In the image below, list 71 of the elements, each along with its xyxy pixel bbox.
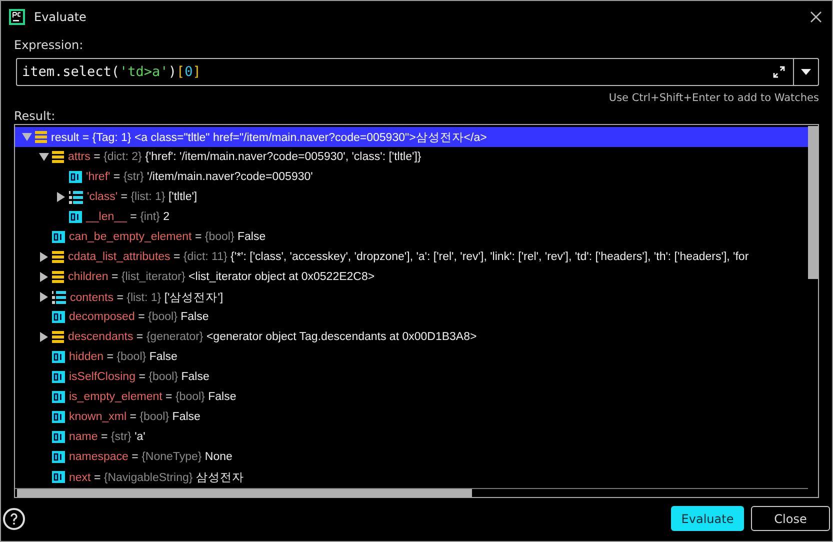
tree-row[interactable]: name = {str} 'a' — [15, 427, 808, 447]
variable-entry: known_xml = {bool} False — [69, 411, 200, 423]
value-icon — [52, 431, 65, 443]
tree-row[interactable]: 'class' = {list: 1} ['tltle'] — [15, 187, 808, 207]
value-icon — [52, 231, 65, 243]
variable-entry: contents = {list: 1} ['삼성전자'] — [70, 290, 224, 304]
close-icon[interactable] — [810, 10, 822, 22]
tree-row[interactable]: descendants = {generator} <generator object Tag.descendants at 0x00D1B3A8> — [15, 327, 808, 347]
variable-entry: descendants = {generator} <generator object Tag.descendants at 0x00D1B3A8> — [68, 331, 477, 343]
list-icon — [52, 271, 64, 283]
list-icon — [35, 131, 47, 143]
variable-entry: decomposed = {bool} False — [69, 311, 209, 323]
close-button[interactable]: Close — [751, 506, 830, 531]
variable-entry: hidden = {bool} False — [69, 351, 178, 363]
horizontal-scrollbar[interactable] — [17, 489, 472, 497]
watches-hint: Use Ctrl+Shift+Enter to add to Watches — [608, 92, 819, 104]
expand-arrow-icon[interactable] — [56, 192, 66, 202]
list-icon — [52, 251, 64, 263]
tree-row[interactable]: result = {Tag: 1} <a class="tltle" href="/item/main.naver?code=005930">삼성전자</a> — [15, 127, 808, 147]
variable-entry: __len__ = {int} 2 — [86, 211, 170, 223]
tree-row[interactable]: isSelfClosing = {bool} False — [15, 367, 808, 387]
tree-row[interactable]: is_empty_element = {bool} False — [15, 387, 808, 407]
variable-entry: attrs = {dict: 2} {'href': '/item/main.naver?code=005930', 'class': ['tltle']} — [68, 151, 422, 163]
value-icon — [52, 411, 65, 423]
expand-arrow-icon[interactable] — [38, 252, 48, 262]
variable-entry: 'href' = {str} '/item/main.naver?code=005930' — [86, 171, 313, 183]
tree-row[interactable]: known_xml = {bool} False — [15, 407, 808, 427]
variable-entry: can_be_empty_element = {bool} False — [69, 231, 266, 243]
expand-arrow-icon[interactable] — [38, 332, 48, 342]
variable-entry: 'class' = {list: 1} ['tltle'] — [87, 191, 198, 203]
tree-row[interactable]: next = {NavigableString} 삼성전자 — [15, 467, 808, 487]
app-logo-icon — [9, 8, 25, 24]
variable-entry: namespace = {NoneType} None — [69, 451, 232, 463]
value-icon — [52, 371, 65, 383]
variable-entry: children = {list_iterator} <list_iterator object at 0x0522E2C8> — [68, 271, 375, 283]
expand-arrow-icon[interactable] — [38, 272, 48, 282]
help-button[interactable] — [3, 508, 25, 530]
numbered-list-icon — [69, 190, 83, 204]
evaluate-button[interactable]: Evaluate — [671, 506, 744, 531]
value-icon — [69, 171, 82, 183]
tree-row[interactable]: namespace = {NoneType} None — [15, 447, 808, 467]
list-icon — [52, 151, 64, 163]
tree-row[interactable]: can_be_empty_element = {bool} False — [15, 227, 808, 247]
tree-row[interactable]: 'href' = {str} '/item/main.naver?code=005930' — [15, 167, 808, 187]
result-label: Result: — [14, 109, 56, 123]
tree-row[interactable]: contents = {list: 1} ['삼성전자'] — [15, 287, 808, 307]
value-icon — [52, 451, 65, 463]
collapse-arrow-icon[interactable] — [38, 152, 48, 162]
vertical-scrollbar[interactable] — [808, 126, 818, 279]
value-icon — [52, 311, 65, 323]
value-icon — [52, 351, 65, 363]
tree-row[interactable]: cdata_list_attributes = {dict: 11} {'*': ['class', 'accesskey', 'dropzone'], 'a': ['rel', 'rev'], 'link': ['rel', 'rev'], 'td': ['headers'], 'th': ['headers'], 'for — [15, 247, 808, 267]
variable-entry: name = {str} 'a' — [69, 431, 146, 443]
tree-row[interactable]: children = {list_iterator} <list_iterator object at 0x0522E2C8> — [15, 267, 808, 287]
variable-entry: isSelfClosing = {bool} False — [69, 371, 210, 383]
variable-entry: next = {NavigableString} 삼성전자 — [69, 470, 244, 484]
variable-entry: is_empty_element = {bool} False — [69, 391, 236, 403]
tree-row[interactable]: hidden = {bool} False — [15, 347, 808, 367]
value-icon — [69, 211, 82, 223]
numbered-list-icon — [52, 290, 66, 304]
tree-row[interactable]: attrs = {dict: 2} {'href': '/item/main.naver?code=005930', 'class': ['tltle']} — [15, 147, 808, 167]
expression-label: Expression: — [14, 38, 84, 52]
window-title: Evaluate — [34, 10, 88, 24]
variable-entry: cdata_list_attributes = {dict: 11} {'*': ['class', 'accesskey', 'dropzone'], 'a': ['rel', 'rev'], 'link': ['rel', 'rev'], 'td': ['headers'], 'th': ['headers'], 'for — [68, 251, 749, 263]
value-icon — [52, 471, 65, 483]
list-icon — [52, 331, 64, 343]
tree-row[interactable]: decomposed = {bool} False — [15, 307, 808, 327]
tree-row[interactable]: __len__ = {int} 2 — [15, 207, 808, 227]
expand-arrow-icon[interactable] — [38, 292, 48, 302]
value-icon — [52, 391, 65, 403]
variable-entry: result = {Tag: 1} <a class="tltle" href="/item/main.naver?code=005930">삼성전자</a> — [51, 130, 487, 144]
